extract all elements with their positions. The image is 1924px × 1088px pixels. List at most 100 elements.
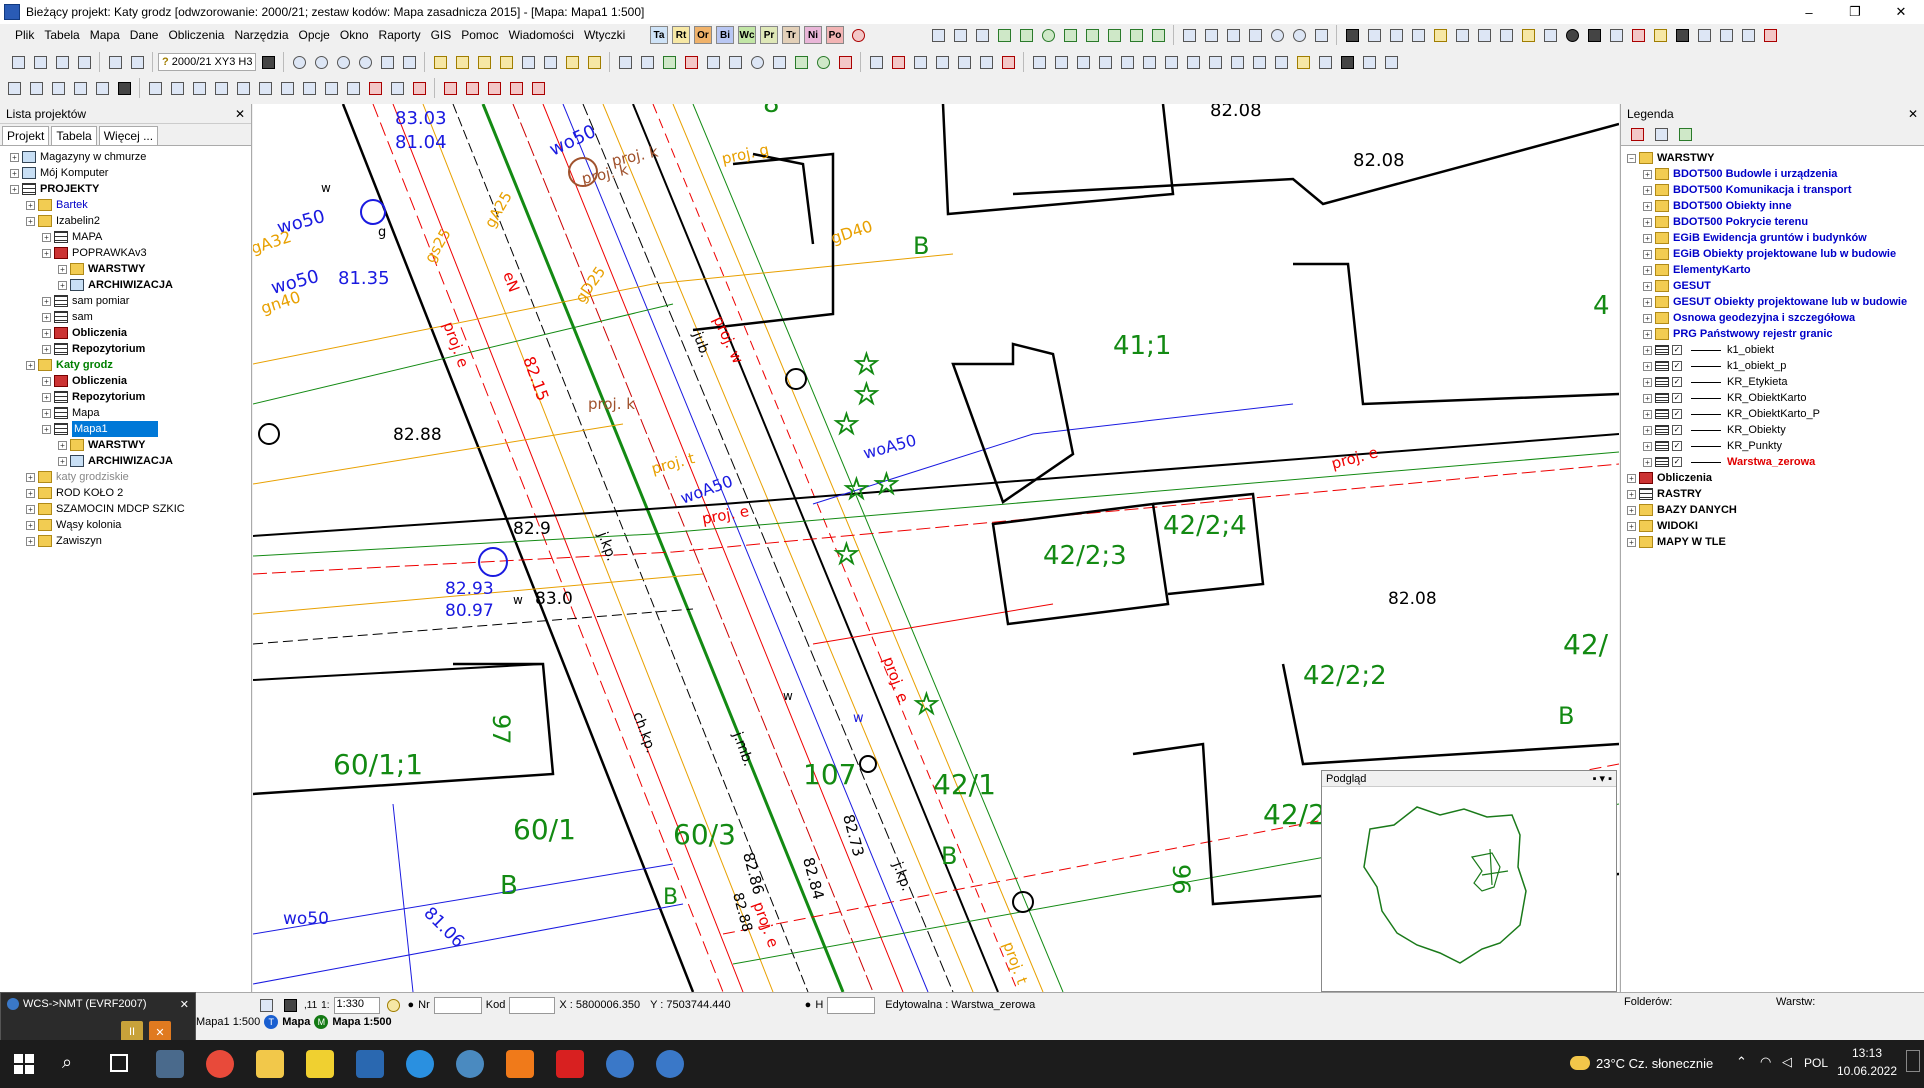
undo-edit-icon[interactable] <box>562 52 582 72</box>
tree-node[interactable]: + Izabelin2 <box>0 213 251 229</box>
code-ni-button[interactable]: Ni <box>804 26 822 44</box>
preview-map[interactable] <box>1322 787 1616 991</box>
expand-icon[interactable]: + <box>10 168 19 178</box>
expand-icon[interactable]: + <box>42 408 51 418</box>
height-icon[interactable] <box>976 52 996 72</box>
windows-icon[interactable] <box>1139 52 1159 72</box>
expand-icon[interactable]: + <box>1627 473 1636 483</box>
code-ta-button[interactable]: Ta <box>650 26 668 44</box>
code-wc-button[interactable]: Wc <box>738 26 756 44</box>
code-or-button[interactable]: Or <box>694 26 712 44</box>
angle-icon[interactable] <box>211 78 231 98</box>
exit-icon[interactable] <box>1760 25 1780 45</box>
envelope-tool-icon[interactable] <box>1201 25 1221 45</box>
expand-icon[interactable]: + <box>42 328 51 338</box>
chevron-tool-icon[interactable] <box>1104 25 1124 45</box>
menu-gis[interactable]: GIS <box>426 28 457 42</box>
app-icon-1[interactable] <box>356 1050 384 1078</box>
tree-node[interactable]: + Zawiszyn <box>0 533 251 549</box>
z-axis-icon[interactable] <box>258 52 278 72</box>
expand-icon[interactable]: + <box>42 344 51 354</box>
cascade-icon[interactable] <box>1716 25 1736 45</box>
help-icon[interactable] <box>835 52 855 72</box>
select-tool-icon[interactable] <box>1518 25 1538 45</box>
edit-icon[interactable] <box>474 52 494 72</box>
perp2-icon[interactable] <box>167 78 187 98</box>
snap-icon[interactable] <box>659 52 679 72</box>
measure-line-icon[interactable] <box>540 52 560 72</box>
tree-node[interactable]: + Wąsy kolonia <box>0 517 251 533</box>
menu-obliczenia[interactable]: Obliczenia <box>163 28 229 42</box>
expand-icon[interactable]: + <box>1627 505 1636 515</box>
legend-section[interactable]: + Obliczenia <box>1621 470 1924 486</box>
selection-icon[interactable] <box>866 52 886 72</box>
target-icon[interactable] <box>681 52 701 72</box>
point-on-line-icon[interactable] <box>440 78 460 98</box>
map-icon[interactable] <box>791 52 811 72</box>
check-tool-icon[interactable] <box>994 25 1014 45</box>
upload-app-icon[interactable] <box>506 1050 534 1078</box>
ellipse-tool-icon[interactable] <box>1311 25 1331 45</box>
tile-icon[interactable] <box>1738 25 1758 45</box>
intersect-icon[interactable] <box>277 78 297 98</box>
extra-icon[interactable] <box>1381 52 1401 72</box>
tab-projekt[interactable]: Projekt <box>2 126 50 145</box>
tree-node[interactable]: + WARSTWY <box>0 261 251 277</box>
menu-tabela[interactable]: Tabela <box>39 28 84 42</box>
redo-icon[interactable] <box>127 52 147 72</box>
photo-icon[interactable] <box>1271 52 1291 72</box>
split-icon[interactable] <box>462 78 482 98</box>
expand-icon[interactable]: + <box>1643 297 1652 307</box>
tree-node[interactable]: + Obliczenia <box>0 373 251 389</box>
layer-checkbox[interactable]: ✓ <box>1672 409 1682 419</box>
angle2-icon[interactable] <box>233 78 253 98</box>
start-button[interactable] <box>14 1054 34 1074</box>
expand-icon[interactable]: + <box>1643 265 1652 275</box>
text-tool-icon[interactable] <box>1386 25 1406 45</box>
number-icon[interactable] <box>998 52 1018 72</box>
target-tool-icon[interactable] <box>1038 25 1058 45</box>
expand-icon[interactable]: + <box>26 216 35 226</box>
expand-icon[interactable]: + <box>1643 185 1652 195</box>
tab-tabela[interactable]: Tabela <box>51 126 97 145</box>
layer-icon[interactable] <box>703 52 723 72</box>
slash-icon[interactable] <box>518 52 538 72</box>
mark-icon[interactable] <box>888 52 908 72</box>
rectangle-tool-icon[interactable] <box>1245 25 1265 45</box>
legend-refresh-icon[interactable] <box>1675 125 1695 145</box>
legend-root[interactable]: − WARSTWY <box>1621 150 1924 166</box>
expand-icon[interactable]: + <box>1643 441 1652 451</box>
attribute-icon[interactable] <box>954 52 974 72</box>
menu-wiadomosci[interactable]: Wiadomości <box>504 28 579 42</box>
preview-controls[interactable]: ▪ ▾ ▪ <box>1593 772 1612 785</box>
expand-icon[interactable]: + <box>1643 457 1652 467</box>
legend-group[interactable]: + BDOT500 Budowle i urządzenia <box>1621 166 1924 182</box>
expand-icon[interactable]: + <box>42 376 51 386</box>
measure-tool-icon[interactable] <box>1179 25 1199 45</box>
scale-field[interactable]: 1:330 <box>333 996 380 1014</box>
object-style-icon[interactable] <box>70 78 90 98</box>
h-field[interactable] <box>827 996 876 1014</box>
layer-checkbox[interactable]: ✓ <box>1672 425 1682 435</box>
code-rt-button[interactable]: Rt <box>672 26 690 44</box>
tree-node[interactable]: + sam pomiar <box>0 293 251 309</box>
notifications-icon[interactable] <box>1906 1050 1920 1072</box>
tree-node[interactable]: + PROJEKTY <box>0 181 251 197</box>
fill-toggle-icon[interactable] <box>280 995 300 1015</box>
pencil-tool-icon[interactable] <box>1650 25 1670 45</box>
volume-icon[interactable]: ◁ <box>1782 1054 1792 1070</box>
legend-section[interactable]: + MAPY W TLE <box>1621 534 1924 550</box>
acrobat-icon[interactable] <box>556 1050 584 1078</box>
tree-node[interactable]: + Bartek <box>0 197 251 213</box>
legend-group[interactable]: + BDOT500 Pokrycie terenu <box>1621 214 1924 230</box>
tree-node[interactable]: + ROD KOŁO 2 <box>0 485 251 501</box>
hatch-tool-icon[interactable] <box>1364 25 1384 45</box>
diagonal-tool-icon[interactable] <box>1126 25 1146 45</box>
expand-icon[interactable]: + <box>1643 249 1652 259</box>
square-icon[interactable] <box>1117 52 1137 72</box>
map-t-tab[interactable]: Mapa <box>282 1016 310 1028</box>
trim-icon[interactable] <box>506 78 526 98</box>
tree-node[interactable]: + katy grodziskie <box>0 469 251 485</box>
geo-app-icon[interactable] <box>306 1050 334 1078</box>
expand-icon[interactable]: + <box>26 200 35 210</box>
